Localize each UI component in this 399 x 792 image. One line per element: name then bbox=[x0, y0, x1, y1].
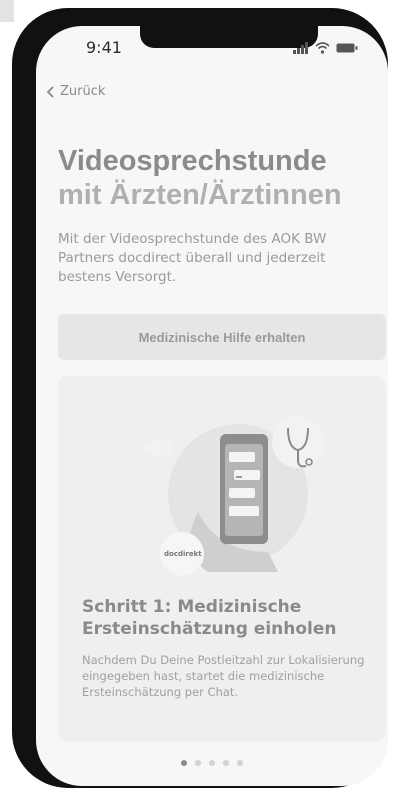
status-icons bbox=[293, 42, 358, 54]
back-label: Zurück bbox=[60, 84, 106, 99]
step-title: Schritt 1: Medizinische Ersteinschätzung… bbox=[82, 597, 337, 639]
phone-frame: 9:41 Zurück Videosprechstunde mit Ärzten… bbox=[12, 8, 388, 788]
get-medical-help-button[interactable]: Medizinische Hilfe erhalten bbox=[58, 314, 386, 360]
page-dot[interactable] bbox=[223, 760, 229, 766]
back-button[interactable]: Zurück bbox=[46, 84, 105, 99]
title-line-1: Videosprechstunde bbox=[58, 145, 327, 177]
pagination-dots bbox=[36, 760, 388, 766]
page-dot[interactable] bbox=[237, 760, 243, 766]
battery-icon bbox=[336, 43, 358, 53]
phone-screen: 9:41 Zurück Videosprechstunde mit Ärzten… bbox=[36, 26, 388, 786]
step-description: Nachdem Du Deine Postleitzahl zur Lokali… bbox=[82, 653, 365, 699]
signal-icon bbox=[293, 42, 308, 54]
step-card: docdirekt Schritt 1: Medizinische Erstei… bbox=[58, 376, 386, 742]
intro-text: Mit der Videosprechstunde des AOK BW Par… bbox=[58, 231, 327, 285]
corner-square bbox=[0, 0, 14, 22]
page-dot[interactable] bbox=[181, 760, 187, 766]
page-title: Videosprechstunde mit Ärzten/Ärztinnen bbox=[58, 144, 378, 212]
status-time: 9:41 bbox=[86, 38, 122, 57]
title-line-2: mit Ärzten/Ärztinnen bbox=[58, 179, 342, 211]
page-dot[interactable] bbox=[209, 760, 215, 766]
page-dot[interactable] bbox=[195, 760, 201, 766]
wifi-icon bbox=[315, 42, 330, 54]
brand-badge: docdirekt bbox=[164, 550, 202, 558]
chevron-left-icon bbox=[46, 85, 54, 98]
notch bbox=[140, 26, 318, 48]
